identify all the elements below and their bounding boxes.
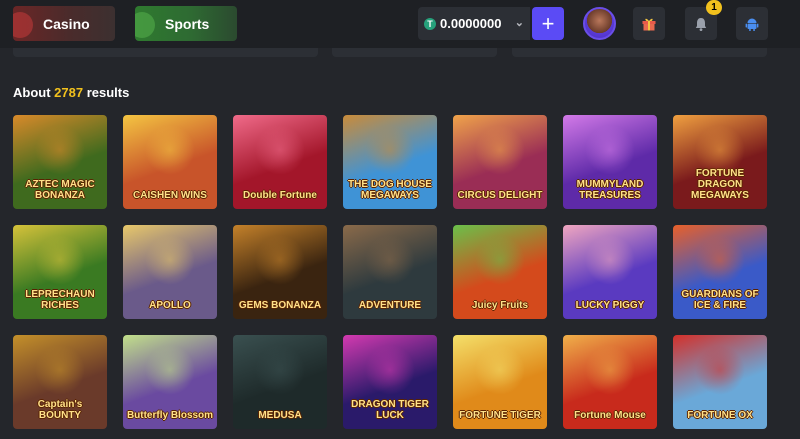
- game-tile[interactable]: LUCKY PIGGY: [563, 225, 657, 319]
- game-art: [145, 125, 195, 175]
- game-tile[interactable]: GUARDIANS OF ICE & FIRE: [673, 225, 767, 319]
- user-avatar[interactable]: [583, 7, 616, 40]
- game-title: Butterfly Blossom: [126, 410, 214, 421]
- results-summary: About 2787 results: [13, 85, 129, 100]
- game-title: Double Fortune: [243, 190, 317, 201]
- game-title: CAISHEN WINS: [133, 190, 207, 201]
- game-art: [35, 235, 85, 285]
- game-title: Captain's BOUNTY: [37, 399, 83, 421]
- android-icon: [745, 18, 759, 31]
- game-title: DRAGON TIGER LUCK: [351, 399, 429, 421]
- game-title: CIRCUS DELIGHT: [457, 190, 543, 201]
- game-tile[interactable]: THE DOG HOUSE MEGAWAYS: [343, 115, 437, 209]
- game-tile[interactable]: APOLLO: [123, 225, 217, 319]
- game-tile[interactable]: CAISHEN WINS: [123, 115, 217, 209]
- game-tile[interactable]: Captain's BOUNTY: [13, 335, 107, 429]
- game-tile[interactable]: MUMMYLAND TREASURES: [563, 115, 657, 209]
- game-art: [475, 345, 525, 395]
- game-tile[interactable]: GEMS BONANZA: [233, 225, 327, 319]
- game-title: MEDUSA: [258, 410, 302, 421]
- game-tile[interactable]: MEDUSA: [233, 335, 327, 429]
- plus-icon: +: [541, 10, 555, 36]
- gift-icon: [642, 18, 656, 30]
- subnav-panel-3: [512, 48, 767, 57]
- sports-tab[interactable]: Sports: [135, 6, 237, 41]
- gift-button[interactable]: [633, 7, 665, 40]
- results-prefix: About: [13, 85, 51, 100]
- game-title: APOLLO: [149, 300, 191, 311]
- game-title: AZTEC MAGIC BONANZA: [25, 179, 95, 201]
- casino-tab[interactable]: Casino: [13, 6, 115, 41]
- game-title: Fortune Mouse: [574, 410, 646, 421]
- game-art: [365, 235, 415, 285]
- game-art: [695, 125, 745, 175]
- game-tile[interactable]: AZTEC MAGIC BONANZA: [13, 115, 107, 209]
- results-suffix: results: [86, 85, 130, 100]
- game-tile[interactable]: DRAGON TIGER LUCK: [343, 335, 437, 429]
- game-tile[interactable]: ADVENTURE: [343, 225, 437, 319]
- game-art: [585, 345, 635, 395]
- game-art: [255, 235, 305, 285]
- game-tile[interactable]: FORTUNE TIGER: [453, 335, 547, 429]
- game-title: LUCKY PIGGY: [575, 300, 645, 311]
- android-app-button[interactable]: [736, 7, 768, 40]
- bell-icon: [695, 17, 707, 31]
- game-title: MUMMYLAND TREASURES: [576, 179, 644, 201]
- results-count: 2787: [54, 85, 84, 100]
- balance-value: 0.0000000: [440, 16, 502, 31]
- game-art: [255, 125, 305, 175]
- game-art: [35, 125, 85, 175]
- game-tile[interactable]: Juicy Fruits: [453, 225, 547, 319]
- game-title: THE DOG HOUSE MEGAWAYS: [348, 179, 432, 201]
- game-title: GUARDIANS OF ICE & FIRE: [681, 289, 759, 311]
- game-art: [365, 345, 415, 395]
- game-title: FORTUNE OX: [687, 410, 753, 421]
- subnav-panel-1: [13, 48, 318, 57]
- game-art: [695, 345, 745, 395]
- subnav-panel-2: [332, 48, 497, 57]
- game-title: ADVENTURE: [358, 300, 422, 311]
- game-title: GEMS BONANZA: [238, 300, 322, 311]
- game-title: LEPRECHAUN RICHES: [25, 289, 95, 311]
- game-art: [35, 345, 85, 395]
- game-tile[interactable]: Butterfly Blossom: [123, 335, 217, 429]
- sports-label: Sports: [165, 15, 210, 32]
- game-title: FORTUNE TIGER: [459, 410, 541, 421]
- casino-icon: [13, 12, 33, 38]
- game-tile[interactable]: Fortune Mouse: [563, 335, 657, 429]
- game-art: [365, 125, 415, 175]
- game-art: [475, 235, 525, 285]
- game-art: [585, 235, 635, 285]
- game-art: [145, 345, 195, 395]
- wallet-balance-selector[interactable]: T 0.0000000 ⌄: [418, 7, 530, 40]
- game-art: [145, 235, 195, 285]
- game-tile[interactable]: FORTUNE DRAGON MEGAWAYS: [673, 115, 767, 209]
- game-art: [255, 345, 305, 395]
- casino-label: Casino: [43, 15, 90, 32]
- top-bar: Casino Sports T 0.0000000 ⌄ + 1: [0, 0, 800, 48]
- game-tile[interactable]: LEPRECHAUN RICHES: [13, 225, 107, 319]
- game-tile[interactable]: Double Fortune: [233, 115, 327, 209]
- deposit-button[interactable]: +: [532, 7, 564, 40]
- game-tile[interactable]: FORTUNE OX: [673, 335, 767, 429]
- game-art: [585, 125, 635, 175]
- tether-coin-icon: T: [424, 17, 436, 30]
- chevron-down-icon: ⌄: [514, 17, 524, 29]
- game-tile[interactable]: CIRCUS DELIGHT: [453, 115, 547, 209]
- game-title: Juicy Fruits: [471, 300, 529, 311]
- notification-badge: 1: [706, 0, 722, 15]
- game-art: [695, 235, 745, 285]
- game-art: [475, 125, 525, 175]
- sports-icon: [135, 12, 155, 38]
